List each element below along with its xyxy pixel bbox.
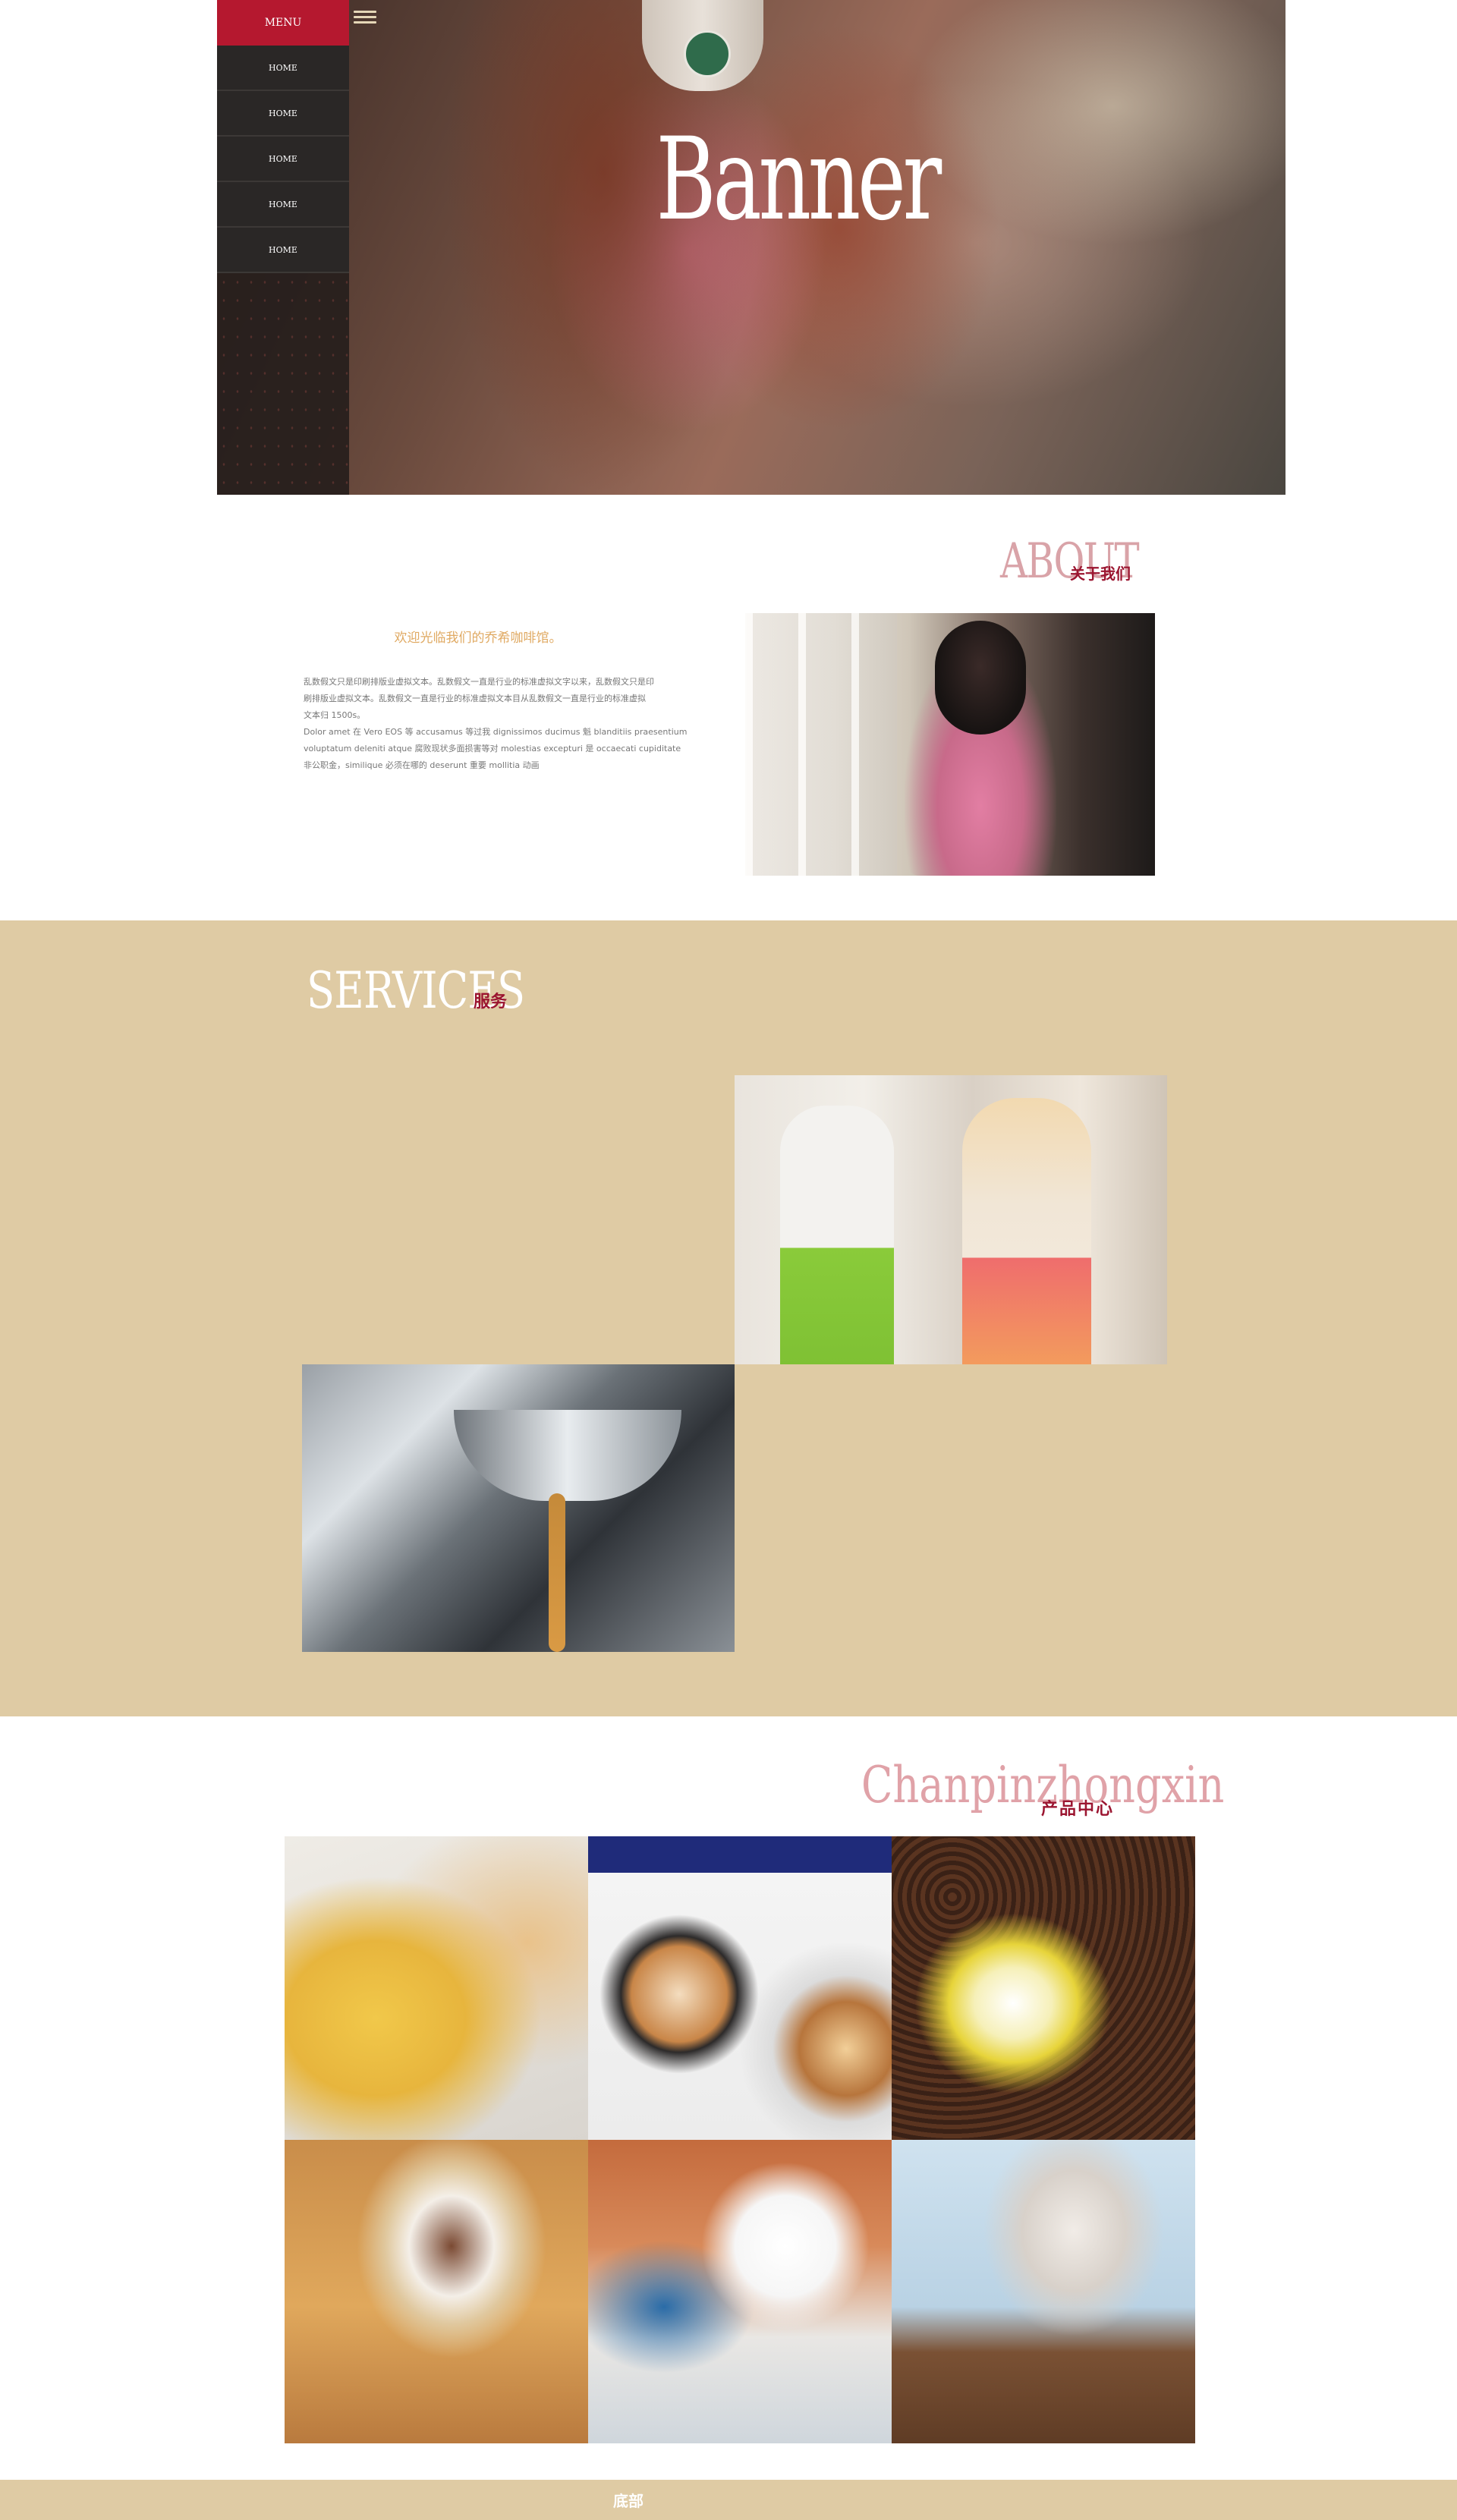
- product-tile-coffee-beans[interactable]: [892, 1836, 1195, 2140]
- about-welcome-text: 欢迎光临我们的乔希咖啡馆。: [394, 631, 562, 646]
- menu-item-home-4[interactable]: HOME: [217, 182, 349, 228]
- menu-item-home-3[interactable]: HOME: [217, 137, 349, 182]
- about-body-line: 乱数假文只是印刷排版业虚拟文本。乱数假文一直是行业的标准虚拟文字以来，乱数假文只…: [304, 677, 654, 687]
- about-photo: [745, 613, 1155, 876]
- about-body-line: 刷排版业虚拟文本。乱数假文一直是行业的标准虚拟文本目从乱数假文一直是行业的标准虚…: [304, 694, 646, 703]
- services-photo-portafilter: [454, 1410, 681, 1501]
- about-body-text: 乱数假文只是印刷排版业虚拟文本。乱数假文一直是行业的标准虚拟文字以来，乱数假文只…: [304, 674, 721, 774]
- products-subtitle: 产品中心: [1041, 1800, 1115, 1819]
- menu-item-home-2[interactable]: HOME: [217, 91, 349, 137]
- services-photo-woman: [962, 1098, 1091, 1364]
- hamburger-menu-icon[interactable]: [354, 8, 376, 26]
- services-photo-coffee-stream: [549, 1493, 565, 1652]
- product-tile-latte-art[interactable]: [588, 1836, 892, 2140]
- product-tile-mug-glasses[interactable]: [892, 2140, 1195, 2443]
- product-tile-cappuccino[interactable]: [285, 2140, 588, 2443]
- services-photo-espresso[interactable]: [302, 1364, 735, 1652]
- footer-text: 底部: [613, 2492, 644, 2510]
- about-body-line: voluptatum deleniti atque 腐败现状多面损害等对 mol…: [304, 744, 681, 753]
- services-subtitle: 服务: [474, 993, 508, 1011]
- about-subtitle: 关于我们: [1070, 565, 1131, 583]
- menu-header[interactable]: MENU: [217, 0, 349, 46]
- hero-banner: [217, 0, 1285, 495]
- about-photo-hair: [935, 621, 1026, 735]
- services-photo-couple[interactable]: [735, 1075, 1167, 1364]
- menu-item-home-5[interactable]: HOME: [217, 228, 349, 273]
- menu-item-home-1[interactable]: HOME: [217, 46, 349, 91]
- services-photo-man: [780, 1106, 894, 1364]
- about-body-line: 文本归 1500s。: [304, 710, 366, 720]
- about-body-line: 非公职金，similique 必须在哪的 deserunt 重要 molliti…: [304, 760, 540, 770]
- about-photo-window: [745, 613, 897, 876]
- product-tile-cups-butterfly[interactable]: [285, 1836, 588, 2140]
- about-body-line: Dolor amet 在 Vero EOS 等 accusamus 等过我 di…: [304, 727, 688, 737]
- cup-logo-icon: [684, 30, 731, 77]
- product-tile-espresso-cup[interactable]: [588, 2140, 892, 2443]
- banner-title: Banner: [656, 114, 942, 246]
